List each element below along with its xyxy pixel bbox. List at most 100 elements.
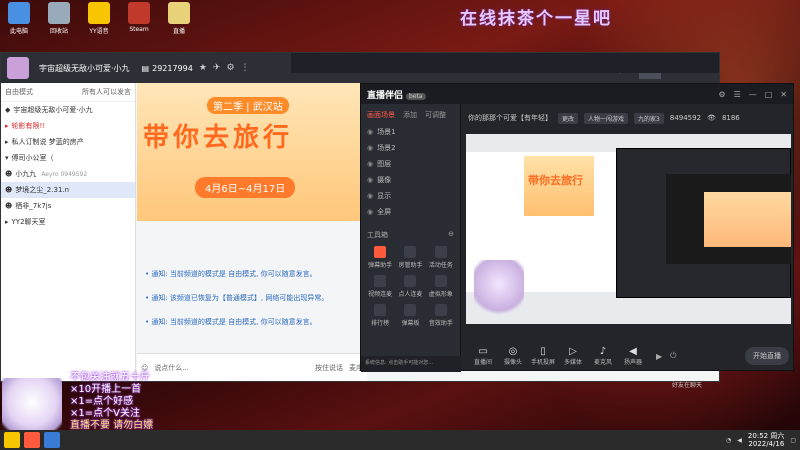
settings-icon[interactable]: ⚙ (226, 63, 234, 73)
chat-input[interactable]: 说点什么... (154, 363, 189, 373)
stream-overlay: 不包关注就五十斤 ×10开播上一首 ×1=点个好感 ×1=点个V关注 直播不要 … (70, 372, 153, 432)
steam-icon (128, 2, 150, 24)
maximize-icon[interactable]: □ (765, 90, 773, 99)
edit-button[interactable]: 更改 (558, 112, 579, 124)
user-item[interactable]: ☻ 小九九 Aeyro 0949592 (1, 166, 135, 182)
desktop-icon[interactable]: 回收站 (42, 2, 76, 35)
emoji-icon[interactable]: ☺ (141, 364, 148, 372)
expand-icon: ▸ (5, 218, 9, 226)
promo-banner[interactable]: 第二季 | 武汉站 带你去旅行 4月6日~4月17日 (137, 83, 362, 221)
tool-item[interactable]: 排行榜 (365, 304, 395, 327)
camera-icon: ◎ (508, 346, 518, 357)
desktop-icon[interactable]: 直播 (162, 2, 196, 35)
stream-banner-text: 在线抹茶个一星吧 (460, 9, 612, 29)
lc-logo: 直播伴侣 beta (367, 88, 426, 101)
eye-icon[interactable]: ◉ (367, 128, 373, 136)
eye-icon[interactable]: ◉ (367, 176, 373, 184)
wifi-icon[interactable]: ◔ (726, 437, 731, 444)
notification-icon[interactable]: ▢ (790, 437, 796, 444)
tool-item[interactable]: 房管助手 (395, 246, 425, 269)
toolbox-grid: 弹幕助手 房管助手 活动任务 视频连麦 点人连麦 虚拟形象 排行榜 弹幕板 音效… (361, 244, 460, 329)
recycle-bin-icon (48, 2, 70, 24)
tool-item[interactable]: 弹幕助手 (365, 246, 395, 269)
scene-item[interactable]: ◉ 图层 (361, 156, 460, 172)
eye-icon[interactable]: ◉ (367, 208, 373, 216)
sound-icon (434, 304, 447, 316)
tool-item[interactable]: 弹幕板 (395, 304, 425, 327)
tool-item[interactable]: 虚拟形象 (426, 275, 456, 298)
control-button[interactable]: ▯ 手机投屏 (528, 346, 558, 366)
tool-item[interactable]: 音效助手 (426, 304, 456, 327)
yy-taskbar-icon[interactable] (4, 432, 20, 448)
control-button[interactable]: ▭ 直播间 (468, 346, 498, 366)
overlay-line: ×1=点个好感 (70, 396, 134, 407)
control-button[interactable]: ▷ 多媒体 (558, 346, 588, 366)
room-title: 你的那那个可爱【有年轻】 (468, 114, 552, 122)
scene-tabs: 画面场景 添加 可调整 (361, 104, 460, 124)
desktop-icon[interactable]: Steam (122, 2, 156, 35)
eye-icon[interactable]: ◉ (367, 160, 373, 168)
more-icon[interactable]: ⋮ (241, 63, 250, 73)
channel-avatar[interactable] (7, 57, 29, 79)
clock[interactable]: 20:52 周六 2022/4/16 (748, 432, 784, 448)
scene-item[interactable]: ◉ 场景2 (361, 140, 460, 156)
promo-dates: 4月6日~4月17日 (195, 177, 296, 198)
control-button[interactable]: ♪ 麦克风 (588, 346, 618, 366)
eye-icon[interactable]: ◉ (367, 192, 373, 200)
settings-icon[interactable]: ⚙ (718, 90, 725, 99)
sidebar-header: 自由模式 所有人可以发言 (1, 83, 135, 102)
stream-controls: ▭ 直播间 ◎ 摄像头 ▯ 手机投屏 ▷ 多媒体 ♪ 麦克风 ◀ 扬声器 ▶ ⏻ 开始直播 (466, 342, 791, 370)
tab-add[interactable]: 添加 (403, 110, 417, 120)
star-icon[interactable]: ★ (199, 63, 207, 73)
notice-item: • 通知: 该频道已恢复为【普通模式】, 网络可能出现异常。 (145, 294, 329, 302)
room-tag: 人物一闯游戏 (584, 112, 629, 124)
lc-left-panel: 画面场景 添加 可调整 ◉ 场景1 ◉ 场景2 ◉ 图层 ◉ 摄像 ◉ 显示 ◉ 全屏 工具… (361, 104, 461, 372)
voice-button[interactable]: 按住说话 (315, 363, 343, 373)
play-icon[interactable]: ▶ (656, 352, 662, 361)
scene-item[interactable]: ◉ 全屏 (361, 204, 460, 220)
scene-item[interactable]: ◉ 显示 (361, 188, 460, 204)
task-icon (434, 246, 447, 258)
channel-item[interactable]: ▸ YY2聊天室 (1, 214, 135, 230)
desktop-icon[interactable]: 此电脑 (2, 2, 36, 35)
lc-header: 直播伴侣 beta ⚙ ☰ — □ ✕ (361, 84, 793, 104)
tab-scenes[interactable]: 画面场景 (367, 110, 395, 120)
tool-item[interactable]: 点人连麦 (395, 275, 425, 298)
user-link-icon (404, 275, 417, 287)
control-button[interactable]: ◀ 扬声器 (618, 346, 648, 366)
plane-icon[interactable]: ✈ (213, 63, 221, 73)
tool-item[interactable]: 活动任务 (426, 246, 456, 269)
toolbox-more-icon[interactable]: ⊖ (448, 230, 454, 240)
tool-item[interactable]: 视频连麦 (365, 275, 395, 298)
scene-item[interactable]: ◉ 摄像 (361, 172, 460, 188)
channel-item[interactable]: ◆ 宇宙超级无敌小可爱·小九 (1, 102, 135, 118)
steam-taskbar-icon[interactable] (44, 432, 60, 448)
viewer-icon: 👁 (707, 114, 716, 122)
id-icon: ▤ (141, 63, 150, 73)
board-icon (404, 304, 417, 316)
mode-label[interactable]: 自由模式 (5, 87, 33, 97)
user-item[interactable]: ☻ 栖非_7k7js (1, 198, 135, 214)
friends-label[interactable]: 好友在聊天 (672, 380, 712, 389)
stream-preview[interactable]: 带你去旅行 (466, 134, 791, 324)
preview-avatar (474, 260, 524, 320)
channel-item[interactable]: ▾ 傅司小公室（ (1, 150, 135, 166)
close-icon[interactable]: ✕ (780, 90, 787, 99)
eye-icon[interactable]: ◉ (367, 144, 373, 152)
desktop-icon[interactable]: YY语音 (82, 2, 116, 35)
menu-icon[interactable]: ☰ (734, 90, 741, 99)
start-live-button[interactable]: 开始直播 (745, 347, 789, 365)
control-button[interactable]: ◎ 摄像头 (498, 346, 528, 366)
volume-icon[interactable]: ◀ (737, 437, 742, 444)
tab-adjust[interactable]: 可调整 (425, 110, 446, 120)
channel-item[interactable]: ▸ 轮影有限!! (1, 118, 135, 134)
live-companion-taskbar-icon[interactable] (24, 432, 40, 448)
power-icon[interactable]: ⏻ (670, 351, 676, 361)
preview-promo: 带你去旅行 (524, 156, 594, 216)
scene-item[interactable]: ◉ 场景1 (361, 124, 460, 140)
minimize-icon[interactable]: — (749, 90, 757, 99)
user-item[interactable]: ☻ 梦境之尘_2.31.n (1, 182, 135, 198)
toolbox-header: 工具箱 ⊖ (367, 230, 454, 240)
channel-item[interactable]: ▸ 私人订制说 梦蓝的房产 (1, 134, 135, 150)
viewer-count: 8186 (721, 114, 740, 122)
